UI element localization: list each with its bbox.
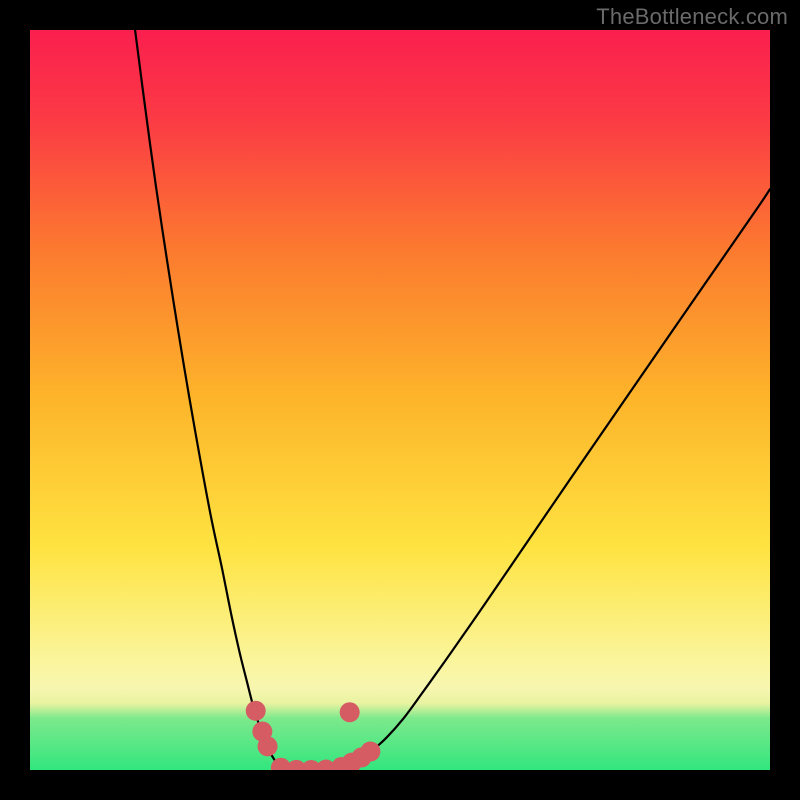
marker-dot bbox=[258, 736, 278, 756]
watermark-text: TheBottleneck.com bbox=[596, 4, 788, 30]
chart-frame: TheBottleneck.com bbox=[0, 0, 800, 800]
marker-dot bbox=[340, 702, 360, 722]
marker-dot bbox=[360, 742, 380, 762]
marker-dot bbox=[246, 701, 266, 721]
plot-background bbox=[30, 30, 770, 770]
chart-plot bbox=[30, 30, 770, 770]
